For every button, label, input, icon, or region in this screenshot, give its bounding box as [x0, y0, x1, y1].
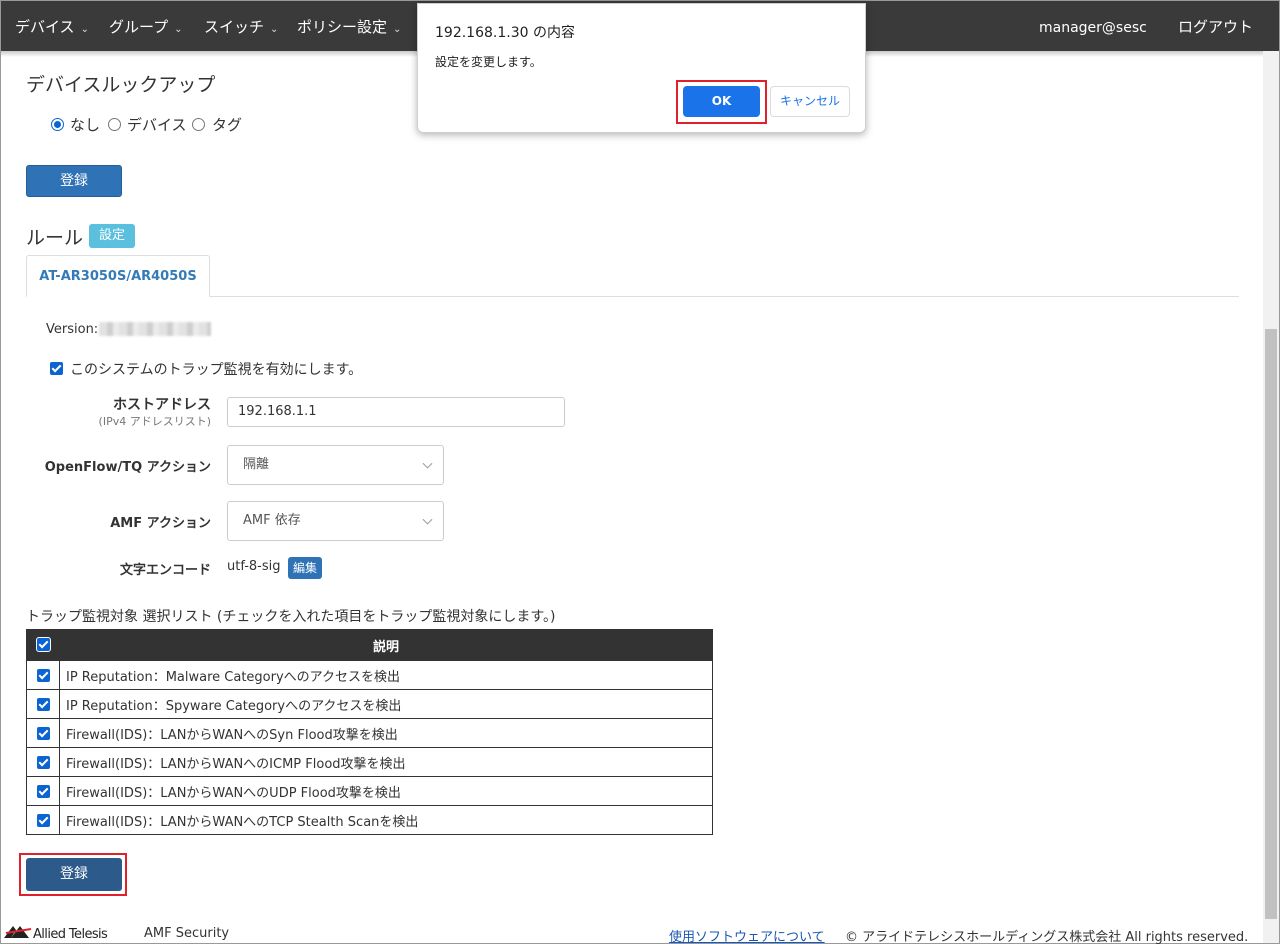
host-address-sublabel: (IPv4 アドレスリスト) [98, 415, 211, 428]
tab-divider [210, 296, 1239, 297]
scrollbar-thumb[interactable] [1265, 329, 1277, 919]
version-label: Version: [46, 322, 99, 337]
user-name: manager@sesc [1039, 20, 1147, 36]
row-checkbox-cell [26, 747, 60, 777]
row-checkbox[interactable] [37, 814, 50, 827]
trap-list-caption: トラップ監視対象 選択リスト (チェックを入れた項目をトラップ監視対象にします。… [26, 609, 556, 625]
encoding-edit-button[interactable]: 編集 [288, 557, 322, 579]
row-checkbox[interactable] [37, 727, 50, 740]
chevron-down-icon [422, 514, 433, 525]
row-description: IP Reputation：Malware Categoryへのアクセスを検出 [59, 660, 713, 690]
footer-product: AMF Security [144, 926, 230, 941]
row-checkbox[interactable] [37, 785, 50, 798]
row-checkbox[interactable] [37, 669, 50, 682]
radio-none[interactable] [51, 118, 64, 131]
openflow-action-select[interactable]: 隔離 [227, 445, 444, 485]
nav-switches-label: スイッチ [204, 18, 265, 36]
row-checkbox-cell [26, 805, 60, 835]
row-checkbox-cell [26, 660, 60, 690]
encoding-label: 文字エンコード [119, 563, 211, 578]
confirm-dialog: 192.168.1.30 の内容 設定を変更します。 OK キャンセル [417, 3, 866, 133]
row-description: Firewall(IDS)：LANからWANへのTCP Stealth Scan… [59, 805, 713, 835]
chevron-down-icon: ⌄ [174, 24, 183, 35]
table-row: Firewall(IDS)：LANからWANへのTCP Stealth Scan… [26, 805, 713, 835]
chevron-down-icon: ⌄ [80, 24, 89, 35]
logout-link[interactable]: ログアウト [1178, 1, 1253, 51]
nav-devices-label: デバイス [15, 18, 75, 36]
amf-action-value: AMF 依存 [243, 513, 301, 528]
amf-action-select[interactable]: AMF 依存 [227, 501, 444, 541]
table-row: Firewall(IDS)：LANからWANへのICMP Flood攻撃を検出 [26, 747, 713, 777]
table-row: IP Reputation：Malware Categoryへのアクセスを検出 [26, 660, 713, 690]
row-description: Firewall(IDS)：LANからWANへのUDP Flood攻撃を検出 [59, 776, 713, 806]
nav-policy[interactable]: ポリシー設定 ⌄ [297, 1, 401, 51]
openflow-action-value: 隔離 [243, 457, 270, 472]
version-value-redacted [99, 322, 211, 336]
radio-tag[interactable] [192, 118, 205, 131]
select-all-cell [26, 629, 60, 661]
row-checkbox[interactable] [37, 698, 50, 711]
select-all-checkbox[interactable] [36, 637, 51, 652]
allied-telesis-logo-icon: Allied Telesis [4, 926, 109, 941]
radio-tag-label: タグ [212, 116, 243, 134]
nav-devices[interactable]: デバイス ⌄ [15, 1, 89, 51]
amf-action-label: AMF アクション [110, 516, 211, 531]
nav-switches[interactable]: スイッチ ⌄ [204, 1, 278, 51]
table-row: Firewall(IDS)：LANからWANへのSyn Flood攻撃を検出 [26, 718, 713, 748]
table-header-description: 説明 [59, 629, 713, 661]
row-checkbox[interactable] [37, 756, 50, 769]
footer-software-link-text[interactable]: 使用ソフトウェアについて [669, 930, 825, 944]
footer-copyright: © アライドテレシスホールディングス株式会社 All rights reserv… [845, 930, 1249, 944]
chevron-down-icon: ⌄ [393, 24, 402, 35]
table-header-row: 説明 [26, 629, 713, 661]
host-address-input[interactable]: 192.168.1.1 [227, 397, 565, 427]
encoding-value: utf-8-sig [227, 559, 281, 574]
chevron-down-icon: ⌄ [270, 24, 279, 35]
enable-trap-label: このシステムのトラップ監視を有効にします。 [70, 362, 363, 378]
openflow-action-label: OpenFlow/TQ アクション [44, 460, 211, 475]
radio-none-label: なし [70, 116, 101, 134]
nav-policy-label: ポリシー設定 [297, 18, 388, 36]
device-lookup-register-button[interactable]: 登録 [26, 165, 122, 197]
nav-groups[interactable]: グループ ⌄ [109, 1, 183, 51]
rules-register-button[interactable]: 登録 [26, 858, 122, 891]
device-lookup-title: デバイスルックアップ [26, 74, 216, 96]
row-description: IP Reputation：Spyware Categoryへのアクセスを検出 [59, 689, 713, 719]
dialog-cancel-button[interactable]: キャンセル [770, 86, 850, 117]
row-description: Firewall(IDS)：LANからWANへのICMP Flood攻撃を検出 [59, 747, 713, 777]
radio-device[interactable] [108, 118, 121, 131]
row-checkbox-cell [26, 776, 60, 806]
trap-list-table: 説明 IP Reputation：Malware Categoryへのアクセスを… [26, 629, 713, 835]
dialog-message: 設定を変更します。 [435, 55, 542, 69]
rules-settings-button[interactable]: 設定 [89, 224, 135, 248]
table-row: IP Reputation：Spyware Categoryへのアクセスを検出 [26, 689, 713, 719]
footer-software-link[interactable]: 使用ソフトウェアについて [669, 926, 825, 944]
row-checkbox-cell [26, 718, 60, 748]
host-address-label: ホストアドレス [113, 397, 211, 413]
tab-ar3050s-ar4050s[interactable]: AT-AR3050S/AR4050S [26, 255, 210, 297]
dialog-title: 192.168.1.30 の内容 [435, 25, 575, 41]
table-row: Firewall(IDS)：LANからWANへのUDP Flood攻撃を検出 [26, 776, 713, 806]
dialog-ok-button[interactable]: OK [683, 86, 760, 117]
svg-text:Allied Telesis: Allied Telesis [33, 927, 108, 941]
row-checkbox-cell [26, 689, 60, 719]
enable-trap-checkbox[interactable] [50, 362, 63, 375]
radio-device-label: デバイス [127, 116, 187, 134]
row-description: Firewall(IDS)：LANからWANへのSyn Flood攻撃を検出 [59, 718, 713, 748]
chevron-down-icon [422, 458, 433, 469]
nav-groups-label: グループ [109, 18, 169, 36]
rules-title: ルール [26, 227, 84, 249]
